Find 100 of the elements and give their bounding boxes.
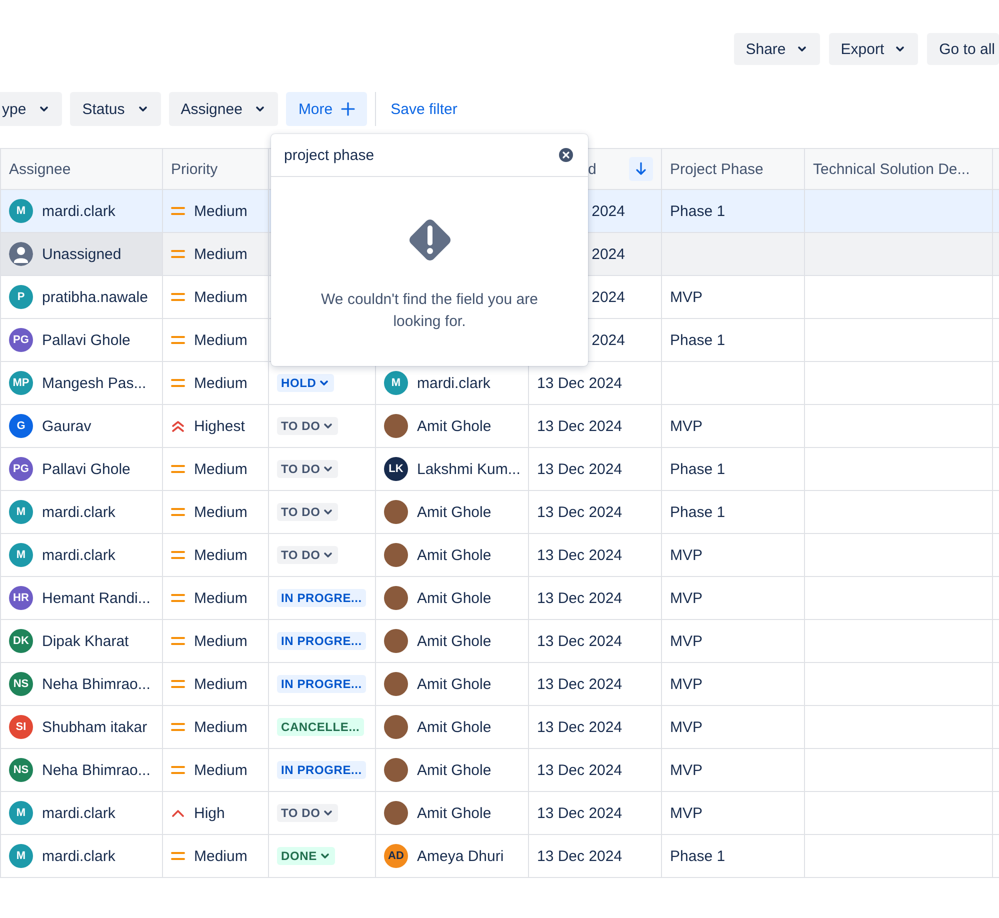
action-button[interactable]: Go to all: [927, 33, 999, 65]
save-filter-link[interactable]: Save filter: [386, 100, 462, 118]
photo-placeholder: [384, 543, 408, 567]
project-phase-text: Phase 1: [670, 202, 726, 220]
priority-label: High: [194, 804, 225, 822]
date-text: 13 Dec 2024: [537, 374, 622, 392]
arrow-down-icon: [635, 162, 647, 176]
reporter-name: Amit Ghole: [417, 718, 492, 736]
photo-placeholder: [384, 672, 408, 696]
reporter-name: Amit Ghole: [417, 418, 492, 434]
status-lozenge[interactable]: HOLD: [277, 374, 334, 392]
avatar: P: [9, 285, 33, 309]
date-text: 13 Dec 2024: [537, 632, 622, 650]
status-lozenge[interactable]: TO DO: [277, 460, 338, 478]
priority-label: Medium: [194, 460, 248, 478]
no-results-message: We couldn't find the field you are looking for.: [320, 290, 539, 332]
photo-placeholder: [384, 414, 408, 438]
status-lozenge[interactable]: TO DO: [277, 503, 338, 521]
photo-placeholder: [384, 629, 408, 653]
priority-label: Medium: [194, 590, 248, 606]
sort-descending-button[interactable]: [629, 157, 653, 181]
date-text: 2024: [592, 202, 625, 220]
date-text: 13 Dec 2024: [537, 804, 622, 822]
clear-icon[interactable]: [558, 147, 574, 163]
project-phase-text: MVP: [670, 632, 703, 650]
status-lozenge[interactable]: TO DO: [277, 417, 338, 435]
status-lozenge[interactable]: IN PROGRE...: [277, 632, 366, 650]
project-phase-text: Phase 1: [670, 332, 726, 348]
assignee-name: Neha Bhimrao...: [42, 676, 150, 692]
priority-label: Highest: [194, 418, 245, 434]
date-text: 2024: [592, 332, 625, 348]
medium-priority-icon: [171, 636, 185, 646]
reporter-name: Amit Ghole: [417, 546, 492, 564]
avatar: NS: [9, 758, 33, 782]
filter-button[interactable]: ype: [0, 92, 62, 126]
status-lozenge[interactable]: IN PROGRE...: [277, 761, 366, 779]
priority-label: Medium: [194, 632, 248, 650]
medium-priority-icon: [171, 378, 185, 388]
assignee-name: mardi.clark: [42, 504, 116, 520]
project-phase-text: MVP: [670, 418, 703, 434]
project-phase-text: MVP: [670, 762, 703, 778]
medium-priority-icon: [171, 249, 185, 259]
photo-placeholder: [384, 801, 408, 825]
priority-label: Medium: [194, 288, 248, 306]
priority-label: Medium: [194, 718, 248, 736]
photo-placeholder: [384, 715, 408, 739]
status-lozenge[interactable]: IN PROGRE...: [277, 675, 366, 693]
priority-label: Medium: [194, 202, 248, 220]
project-phase-text: MVP: [670, 804, 703, 822]
date-text: 13 Dec 2024: [537, 762, 622, 778]
project-phase-text: MVP: [670, 676, 703, 692]
photo-placeholder: [384, 758, 408, 782]
filter-button[interactable]: More: [286, 92, 367, 126]
reporter-name: Amit Ghole: [417, 804, 492, 822]
avatar: G: [9, 414, 33, 438]
avatar: M: [9, 543, 33, 567]
medium-priority-icon: [171, 550, 185, 560]
medium-priority-icon: [171, 335, 185, 345]
double-chevron-up-icon: [171, 420, 185, 432]
chevron-up-icon: [171, 809, 185, 817]
avatar: LK: [384, 457, 408, 481]
assignee-name: Dipak Kharat: [42, 632, 129, 650]
avatar: DK: [9, 629, 33, 653]
avatar: HR: [9, 586, 33, 610]
assignee-name: Mangesh Pas...: [42, 374, 146, 392]
project-phase-text: MVP: [670, 590, 703, 606]
priority-label: Medium: [194, 374, 248, 392]
priority-label: Medium: [194, 332, 248, 348]
reporter-name: Amit Ghole: [417, 632, 492, 650]
date-text: 2024: [592, 288, 625, 306]
date-text: 13 Dec 2024: [537, 676, 622, 692]
person-silhouette-icon: [9, 242, 33, 266]
reporter-name: Amit Ghole: [417, 762, 492, 778]
medium-priority-icon: [171, 206, 185, 216]
column-header: Technical Solution De...: [813, 160, 970, 178]
reporter-name: Lakshmi Kum...: [417, 460, 520, 478]
assignee-name: pratibha.nawale: [42, 288, 148, 306]
date-text: 13 Dec 2024: [537, 546, 622, 564]
priority-label: Medium: [194, 504, 248, 520]
reporter-name: Ameya Dhuri: [417, 848, 504, 864]
filter-button[interactable]: Status: [70, 92, 161, 126]
medium-priority-icon: [171, 507, 185, 517]
assignee-name: Pallavi Ghole: [42, 332, 130, 348]
avatar: M: [9, 801, 33, 825]
project-phase-text: Phase 1: [670, 504, 726, 520]
date-text: 2024: [592, 246, 625, 262]
avatar: M: [9, 844, 33, 868]
status-lozenge[interactable]: TO DO: [277, 804, 338, 822]
reporter-name: Amit Ghole: [417, 590, 492, 606]
project-phase-text: MVP: [670, 288, 703, 306]
field-search-input[interactable]: project phase: [284, 146, 534, 164]
status-lozenge[interactable]: TO DO: [277, 546, 338, 564]
status-lozenge[interactable]: IN PROGRE...: [277, 589, 366, 607]
assignee-name: mardi.clark: [42, 848, 116, 864]
status-lozenge[interactable]: CANCELLE...: [277, 718, 364, 736]
assignee-name: Unassigned: [42, 246, 122, 262]
status-lozenge[interactable]: DONE: [277, 847, 335, 865]
filter-button[interactable]: Assignee: [168, 92, 278, 126]
assignee-name: mardi.clark: [42, 202, 116, 220]
date-text: 13 Dec 2024: [537, 418, 622, 434]
